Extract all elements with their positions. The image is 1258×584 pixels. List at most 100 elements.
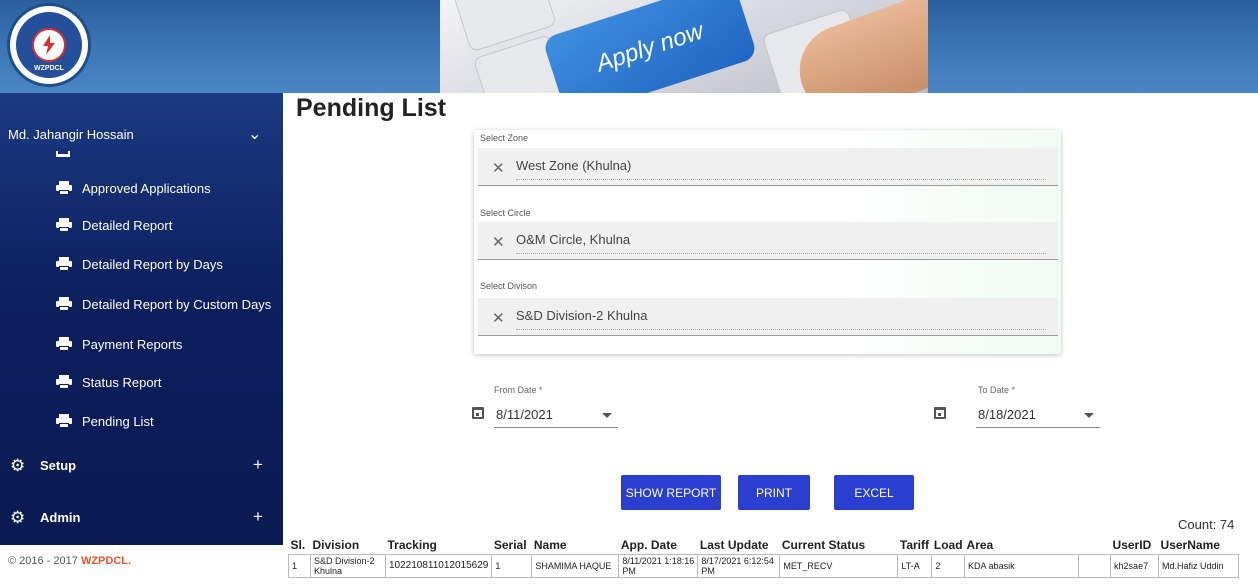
- header-banner: Apply now: [440, 0, 928, 93]
- sidebar-item-label: Detailed Report by Days: [82, 256, 223, 272]
- sidebar-item-detailed-report-by-days[interactable]: Detailed Report by Days: [56, 253, 223, 275]
- table-cell: 1: [491, 553, 533, 578]
- sidebar-item-pending-list[interactable]: Pending List: [56, 410, 154, 432]
- column-header[interactable]: Serial: [492, 537, 532, 554]
- app-header: WZPDCL Apply now: [0, 0, 1258, 93]
- calendar-icon[interactable]: [934, 407, 946, 419]
- from-date-field[interactable]: 8/11/2021: [494, 402, 618, 428]
- printer-icon: [56, 337, 72, 351]
- logo-text: WZPDCL: [34, 65, 64, 72]
- zone-value: West Zone (Khulna): [516, 158, 1046, 180]
- apply-now-key: Apply now: [541, 0, 759, 93]
- gear-icon: ⚙: [10, 508, 26, 527]
- show-report-button[interactable]: SHOW REPORT: [621, 475, 721, 510]
- table-cell: SHAMIMA HAQUE: [531, 553, 620, 578]
- from-date-label: From Date *: [494, 385, 543, 395]
- calendar-icon[interactable]: [472, 407, 484, 419]
- column-header[interactable]: Name: [532, 537, 619, 554]
- printer-icon: [56, 414, 72, 428]
- footer-brand-link[interactable]: WZPDCL.: [81, 555, 131, 567]
- sidebar-item-label: Pending List: [82, 413, 154, 429]
- table-header-row: Sl. Division Tracking Serial Name App. D…: [289, 537, 1239, 554]
- table-cell: LT-A: [897, 553, 933, 578]
- user-name: Md. Jahangir Hossain: [8, 127, 134, 142]
- circle-value: O&M Circle, Khulna: [516, 232, 1046, 254]
- clear-icon[interactable]: ✕: [492, 233, 505, 251]
- sidebar-item-label: Detailed Report: [82, 217, 173, 233]
- pending-list-table: Sl. Division Tracking Serial Name App. D…: [288, 537, 1240, 578]
- table-cell: 102210811012015629: [384, 553, 493, 578]
- expand-plus-icon[interactable]: +: [253, 507, 263, 527]
- to-date-value: 8/18/2021: [978, 407, 1036, 422]
- lightning-icon: [32, 28, 66, 62]
- sidebar-item-label: Status Report: [82, 374, 162, 390]
- column-header[interactable]: UserName: [1159, 537, 1239, 554]
- hand-image: [787, 0, 928, 93]
- circle-select[interactable]: ✕ O&M Circle, Khulna: [478, 222, 1058, 260]
- user-menu[interactable]: Md. Jahangir Hossain ⌄: [0, 121, 283, 149]
- expand-plus-icon[interactable]: +: [253, 455, 263, 475]
- sidebar-item-label: Payment Reports: [82, 336, 183, 352]
- zone-select[interactable]: ✕ West Zone (Khulna): [478, 148, 1058, 186]
- zone-label: Select Zone: [480, 133, 529, 143]
- circle-label: Select Circle: [480, 208, 531, 218]
- sidebar-item-approved-applications[interactable]: Approved Applications: [56, 177, 211, 199]
- column-header[interactable]: Area: [965, 537, 1079, 554]
- to-date-field[interactable]: 8/18/2021: [976, 402, 1100, 428]
- sidebar-section-admin[interactable]: ⚙ Admin +: [0, 506, 283, 530]
- printer-icon: [56, 257, 72, 271]
- column-header[interactable]: Tracking: [386, 537, 492, 554]
- table-cell: S&D Division-2 Khulna: [310, 553, 386, 578]
- sidebar: Md. Jahangir Hossain ⌄ Approved Applicat…: [0, 93, 283, 545]
- sidebar-item-status-report[interactable]: Status Report: [56, 371, 162, 393]
- table-cell: 1: [288, 553, 311, 578]
- column-header[interactable]: Last Update: [698, 537, 780, 554]
- column-header[interactable]: App. Date: [619, 537, 698, 554]
- sidebar-item-label: Detailed Report by Custom Days: [82, 296, 272, 312]
- printer-icon: [56, 218, 72, 232]
- table-cell: Md.Hafiz Uddin: [1158, 553, 1240, 578]
- footer-text: © 2016 - 2017: [8, 555, 81, 567]
- column-header[interactable]: Tariff: [898, 537, 932, 554]
- wzpdcl-logo[interactable]: WZPDCL: [7, 3, 91, 87]
- sidebar-item-detailed-report[interactable]: Detailed Report: [56, 214, 172, 236]
- clear-icon[interactable]: ✕: [492, 309, 505, 327]
- clear-icon[interactable]: ✕: [492, 159, 505, 177]
- table-cell: [1078, 553, 1112, 578]
- section-label: Setup: [40, 458, 77, 473]
- table-cell: kh2sae7: [1110, 553, 1160, 578]
- table-row[interactable]: 1 S&D Division-2 Khulna 1022108110120156…: [288, 553, 1240, 578]
- record-count: Count: 74: [1178, 517, 1235, 532]
- printer-icon: [56, 181, 72, 195]
- sidebar-item-payment-reports[interactable]: Payment Reports: [56, 333, 182, 355]
- column-header[interactable]: Sl.: [289, 537, 311, 554]
- printer-icon: [56, 375, 72, 389]
- excel-button[interactable]: EXCEL: [834, 475, 914, 510]
- dropdown-caret-icon: [1084, 413, 1094, 418]
- column-header[interactable]: Load: [932, 537, 965, 554]
- column-header[interactable]: Current Status: [780, 537, 898, 554]
- division-value: S&D Division-2 Khulna: [516, 308, 1046, 330]
- sidebar-section-setup[interactable]: ⚙ Setup +: [0, 454, 283, 478]
- dropdown-caret-icon: [602, 413, 612, 418]
- column-header[interactable]: UserID: [1111, 537, 1159, 554]
- sidebar-item-label: Approved Applications: [82, 180, 211, 196]
- column-header[interactable]: Division: [311, 537, 386, 554]
- table-cell: 2: [931, 553, 966, 578]
- to-date-label: To Date *: [978, 385, 1016, 395]
- table-cell: 8/11/2021 1:18:16 PM: [618, 553, 699, 578]
- from-date-value: 8/11/2021: [496, 407, 553, 422]
- printer-icon: [56, 297, 72, 311]
- division-label: Select Divison: [480, 281, 538, 291]
- filter-card: Select Zone ✕ West Zone (Khulna) Select …: [474, 130, 1061, 354]
- table-cell: MET_RECV: [779, 553, 899, 578]
- page-title: Pending List: [296, 94, 446, 122]
- footer-copyright: © 2016 - 2017 WZPDCL.: [8, 555, 131, 567]
- print-button[interactable]: PRINT: [738, 475, 810, 510]
- sidebar-item-detailed-report-by-custom-days[interactable]: Detailed Report by Custom Days: [56, 293, 271, 315]
- chevron-down-icon[interactable]: ⌄: [248, 124, 261, 144]
- printer-icon: [56, 151, 70, 157]
- logo-emblem: WZPDCL: [16, 12, 82, 78]
- column-header: [1079, 537, 1111, 554]
- division-select[interactable]: ✕ S&D Division-2 Khulna: [478, 298, 1058, 336]
